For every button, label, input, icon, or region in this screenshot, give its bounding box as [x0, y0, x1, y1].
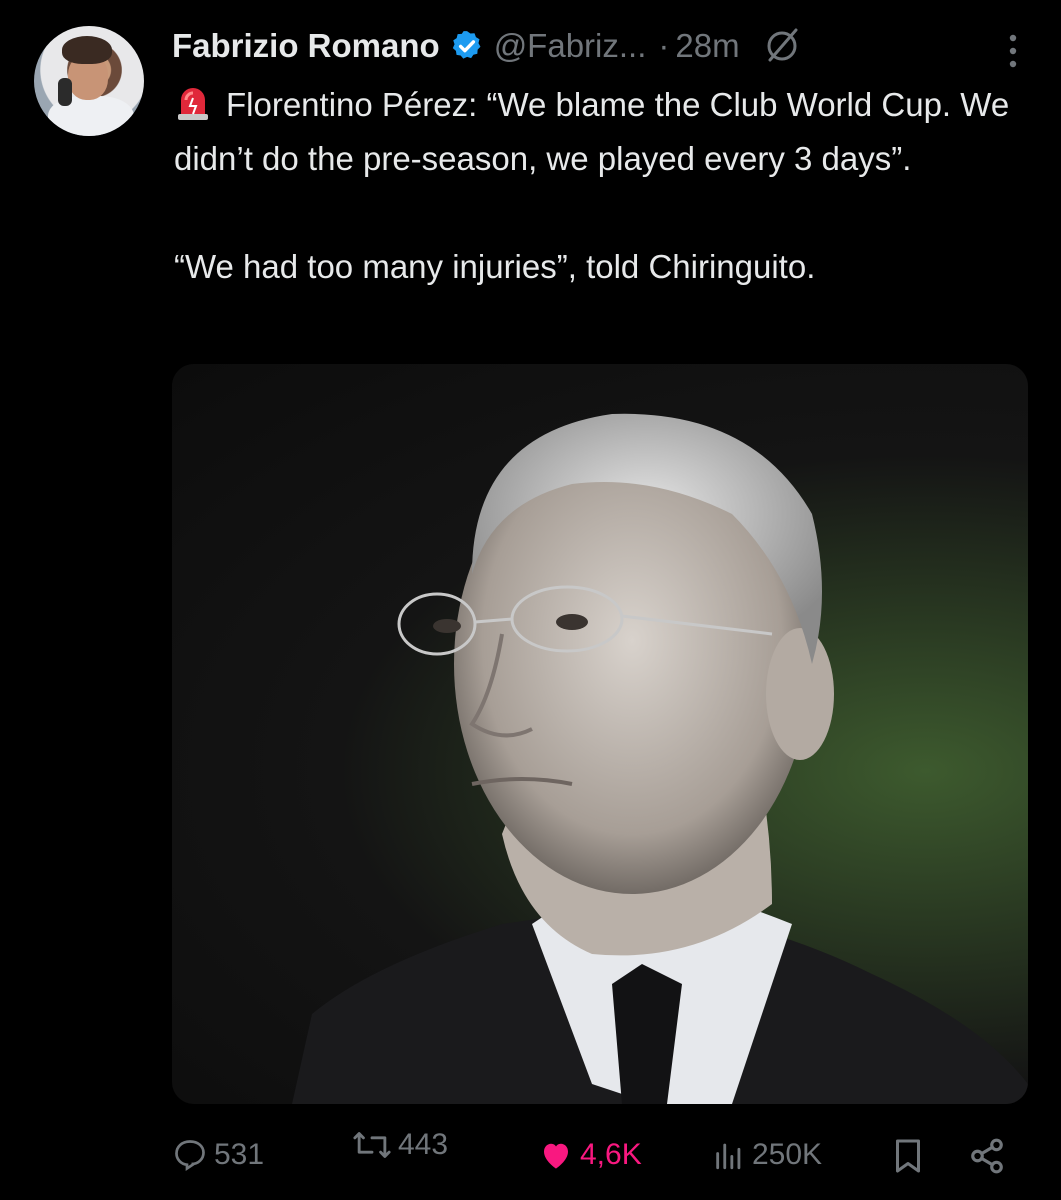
- author-avatar[interactable]: [34, 26, 144, 136]
- bookmark-icon[interactable]: [890, 1136, 926, 1176]
- like-button[interactable]: 4,6K: [538, 1130, 642, 1180]
- share-icon[interactable]: [968, 1136, 1006, 1176]
- views-button[interactable]: 250K: [712, 1130, 822, 1180]
- retweet-count: 443: [398, 1128, 449, 1161]
- like-count: 4,6K: [580, 1138, 642, 1171]
- tweet-photo[interactable]: [172, 364, 1028, 1104]
- avatar-phone: [58, 78, 72, 106]
- author-handle[interactable]: @Fabriz...: [494, 27, 647, 65]
- more-options-icon[interactable]: [1009, 34, 1017, 68]
- separator-dot: ·: [658, 27, 670, 64]
- grok-icon[interactable]: [762, 26, 802, 66]
- author-name[interactable]: Fabrizio Romano: [172, 27, 440, 65]
- tweet-text: Florentino Pérez: “We blame the Club Wor…: [174, 86, 1010, 285]
- verified-badge-icon: [452, 31, 481, 59]
- views-count: 250K: [752, 1138, 823, 1171]
- police-siren-icon: [174, 84, 212, 122]
- reply-button[interactable]: 531: [172, 1130, 264, 1180]
- tweet-time[interactable]: 28m: [675, 27, 739, 65]
- retweet-button[interactable]: 443: [352, 1120, 448, 1170]
- tweet-body: Florentino Pérez: “We blame the Club Wor…: [174, 78, 1034, 294]
- reply-icon: [175, 1140, 205, 1172]
- reply-count: 531: [214, 1138, 265, 1171]
- photo-illustration: [292, 413, 1028, 1104]
- views-chart-icon: [716, 1143, 741, 1170]
- avatar-hair: [62, 36, 112, 64]
- tweet-actions: 531 443 4,6K 250K: [172, 1128, 1032, 1180]
- tweet-header: Fabrizio Romano @Fabriz... · 28m: [172, 24, 1021, 68]
- heart-icon: [544, 1143, 568, 1169]
- retweet-icon: [353, 1132, 391, 1158]
